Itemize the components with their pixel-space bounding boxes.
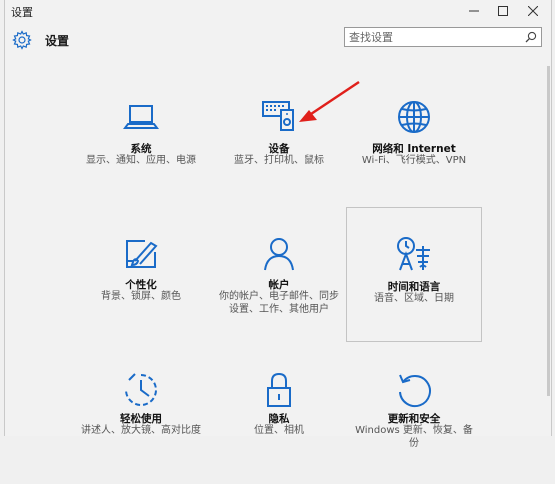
tile-update-security-desc: Windows 更新、恢复、备份 (355, 425, 473, 449)
tile-personalization-desc: 背景、锁屏、颜色 (101, 291, 181, 302)
tile-accounts[interactable]: 帐户 你的帐户、电子邮件、同步设置、工作、其他用户 (211, 212, 347, 346)
annotation-arrow-icon (299, 80, 360, 122)
person-icon (264, 238, 294, 271)
tile-system-desc: 显示、通知、应用、电源 (86, 155, 196, 166)
search-icon[interactable] (525, 31, 537, 43)
scrollbar-thumb[interactable] (547, 66, 550, 396)
paintbrush-icon (126, 240, 158, 268)
tile-personalization[interactable]: 个性化 背景、锁屏、颜色 (73, 212, 209, 346)
title-bar[interactable]: 设置 (5, 0, 551, 22)
tile-ease-of-access-desc: 讲述人、放大镜、高对比度 (81, 425, 201, 436)
settings-header: 设置 (5, 24, 551, 56)
tile-privacy[interactable]: 隐私 位置、相机 (211, 350, 347, 484)
scrollbar[interactable] (546, 56, 551, 436)
laptop-icon (123, 105, 159, 129)
tile-accounts-desc: 你的帐户、电子邮件、同步设置、工作、其他用户 (219, 291, 339, 315)
ease-of-access-icon (125, 373, 157, 406)
tile-network[interactable]: 网络和 Internet Wi-Fi、飞行模式、VPN (346, 76, 482, 210)
tile-update-security[interactable]: 更新和安全 Windows 更新、恢复、备份 (346, 350, 482, 484)
lock-icon (267, 372, 291, 407)
tile-devices-desc: 蓝牙、打印机、鼠标 (234, 155, 324, 166)
tile-network-desc: Wi-Fi、飞行模式、VPN (361, 155, 467, 166)
window-title: 设置 (11, 6, 33, 19)
tile-ease-of-access[interactable]: 轻松使用 讲述人、放大镜、高对比度 (73, 350, 209, 484)
search-input[interactable] (349, 29, 517, 45)
maximize-button[interactable] (486, 0, 520, 22)
settings-window: 设置 设置 系统 (4, 0, 552, 449)
tile-time-language[interactable]: 时间和语言 语音、区域、日期 (346, 207, 482, 342)
tile-system[interactable]: 系统 显示、通知、应用、电源 (73, 76, 209, 210)
tile-privacy-desc: 位置、相机 (254, 425, 304, 436)
close-icon (528, 6, 538, 16)
maximize-icon (498, 6, 508, 16)
close-button[interactable] (516, 0, 550, 22)
globe-icon (398, 101, 430, 133)
update-icon (399, 374, 431, 408)
time-language-icon (397, 237, 430, 271)
tile-time-language-desc: 语音、区域、日期 (374, 293, 454, 304)
gear-icon (12, 30, 32, 50)
minimize-icon (469, 10, 479, 12)
devices-icon (262, 101, 294, 131)
page-title: 设置 (45, 34, 70, 48)
search-box[interactable] (344, 27, 542, 47)
